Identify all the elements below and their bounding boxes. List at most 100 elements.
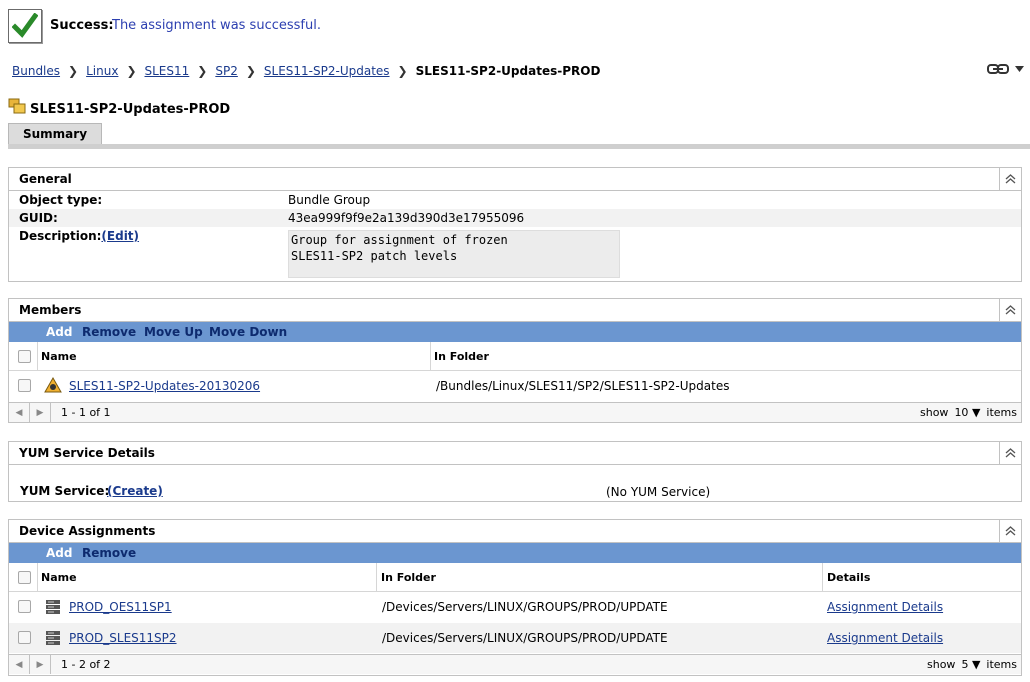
chevron-right-icon: ❯	[245, 64, 256, 78]
column-name[interactable]: Name	[41, 350, 77, 363]
prev-page-icon[interactable]: ◀	[9, 655, 30, 674]
next-page-icon[interactable]: ▶	[30, 655, 51, 674]
devices-add-button[interactable]: Add	[46, 546, 72, 560]
chevron-right-icon: ❯	[197, 64, 208, 78]
chevron-right-icon: ❯	[68, 64, 79, 78]
device-folder: /Devices/Servers/LINUX/GROUPS/PROD/UPDAT…	[382, 600, 668, 614]
chevron-down-icon: ▼	[971, 406, 981, 419]
breadcrumb: Bundles ❯ Linux ❯ SLES11 ❯ SP2 ❯ SLES11-…	[12, 64, 600, 78]
devices-pager: ◀ ▶ 1 - 2 of 2 show 5 ▼ items	[9, 654, 1021, 674]
collapse-icon[interactable]	[999, 520, 1021, 542]
success-label: Success:	[50, 18, 114, 33]
members-move-down-button[interactable]: Move Down	[209, 325, 287, 339]
general-panel-header: General	[9, 168, 1021, 191]
row-checkbox[interactable]	[18, 600, 31, 613]
next-page-icon[interactable]: ▶	[30, 403, 51, 422]
device-assignments-title: Device Assignments	[19, 524, 156, 538]
members-panel: Members Add Remove Move Up Move Down Nam…	[8, 298, 1022, 423]
description-label-text: Description:	[19, 229, 102, 243]
pager-items-label: items	[986, 658, 1017, 671]
linux-bundle-icon	[44, 376, 62, 398]
device-assignments-panel: Device Assignments Add Remove Name In Fo…	[8, 519, 1022, 676]
yum-panel: YUM Service Details YUM Service: (Create…	[8, 441, 1022, 502]
guid-value: 43ea999f9f9e2a139d390d3e17955096	[288, 211, 525, 225]
members-move-up-button[interactable]: Move Up	[144, 325, 203, 339]
select-all-checkbox[interactable]	[18, 350, 31, 363]
table-row: PROD_OES11SP1 /Devices/Servers/LINUX/GRO…	[9, 592, 1021, 622]
guid-label: GUID:	[19, 211, 58, 225]
chevron-down-icon	[1015, 66, 1024, 72]
column-in-folder[interactable]: In Folder	[434, 350, 489, 363]
object-type-value: Bundle Group	[288, 193, 371, 207]
column-details[interactable]: Details	[827, 571, 870, 584]
collapse-icon[interactable]	[999, 168, 1021, 190]
members-remove-button[interactable]: Remove	[82, 325, 136, 339]
device-assignments-header: Device Assignments	[9, 520, 1021, 543]
members-panel-title: Members	[19, 303, 82, 317]
breadcrumb-sles11[interactable]: SLES11	[145, 64, 190, 78]
table-row: PROD_SLES11SP2 /Devices/Servers/LINUX/GR…	[9, 623, 1021, 653]
device-name-link[interactable]: PROD_SLES11SP2	[69, 631, 177, 645]
member-folder: /Bundles/Linux/SLES11/SP2/SLES11-SP2-Upd…	[436, 379, 730, 393]
page-size-control: show 10 ▼ items	[920, 406, 1017, 419]
column-name[interactable]: Name	[41, 571, 77, 584]
members-add-button[interactable]: Add	[46, 325, 72, 339]
description-edit-link[interactable]: (Edit)	[101, 229, 139, 243]
assignment-details-link[interactable]: Assignment Details	[827, 631, 943, 645]
breadcrumb-linux[interactable]: Linux	[86, 64, 118, 78]
pager-show-label: show	[927, 658, 956, 671]
chevron-right-icon: ❯	[397, 64, 408, 78]
page-size-value: 10	[954, 406, 969, 419]
column-divider	[37, 342, 38, 370]
object-type-row: Object type: Bundle Group	[9, 191, 1021, 209]
tab-divider	[8, 144, 1030, 149]
collapse-icon[interactable]	[999, 299, 1021, 321]
assignment-details-link[interactable]: Assignment Details	[827, 600, 943, 614]
prev-page-icon[interactable]: ◀	[9, 403, 30, 422]
pager-show-label: show	[920, 406, 949, 419]
row-checkbox[interactable]	[18, 379, 31, 392]
server-icon	[45, 630, 61, 649]
column-divider	[37, 563, 38, 591]
devices-remove-button[interactable]: Remove	[82, 546, 136, 560]
pager-items-label: items	[986, 406, 1017, 419]
yum-panel-title: YUM Service Details	[19, 446, 155, 460]
devices-toolbar: Add Remove	[9, 543, 1021, 563]
select-all-checkbox[interactable]	[18, 571, 31, 584]
member-name-link[interactable]: SLES11-SP2-Updates-20130206	[69, 379, 260, 393]
breadcrumb-current: SLES11-SP2-Updates-PROD	[415, 64, 601, 78]
link-menu-button[interactable]	[987, 64, 1024, 74]
members-table-header: Name In Folder	[9, 342, 1021, 371]
row-checkbox[interactable]	[18, 631, 31, 644]
column-in-folder[interactable]: In Folder	[381, 571, 436, 584]
page-size-control: show 5 ▼ items	[927, 658, 1017, 671]
object-type-label: Object type:	[19, 193, 103, 207]
description-textarea[interactable]: Group for assignment of frozen SLES11-SP…	[288, 230, 620, 278]
column-divider	[822, 563, 823, 591]
device-name-link[interactable]: PROD_OES11SP1	[69, 600, 172, 614]
success-check-icon	[8, 9, 42, 43]
guid-row: GUID: 43ea999f9f9e2a139d390d3e17955096	[9, 209, 1021, 227]
collapse-icon[interactable]	[999, 442, 1021, 464]
breadcrumb-bundles[interactable]: Bundles	[12, 64, 60, 78]
description-label: Description:(Edit)	[19, 229, 139, 243]
link-icon	[987, 64, 1009, 74]
general-panel: General Object type: Bundle Group GUID: …	[8, 167, 1022, 282]
tab-summary[interactable]: Summary	[8, 123, 102, 145]
yum-create-link[interactable]: (Create)	[107, 484, 163, 498]
column-divider	[430, 342, 431, 370]
breadcrumb-sp2[interactable]: SP2	[215, 64, 238, 78]
page-size-select[interactable]: 10 ▼	[954, 406, 980, 419]
chevron-down-icon: ▼	[971, 658, 981, 671]
yum-service-label: YUM Service:	[20, 484, 110, 498]
success-message: The assignment was successful.	[112, 18, 321, 33]
pager-range: 1 - 1 of 1	[61, 406, 111, 419]
yum-panel-header: YUM Service Details	[9, 442, 1021, 465]
breadcrumb-sles11-sp2-updates[interactable]: SLES11-SP2-Updates	[264, 64, 390, 78]
members-panel-header: Members	[9, 299, 1021, 322]
bundle-group-icon	[8, 98, 26, 117]
device-folder: /Devices/Servers/LINUX/GROUPS/PROD/UPDAT…	[382, 631, 668, 645]
page-size-select[interactable]: 5 ▼	[961, 658, 980, 671]
column-divider	[376, 563, 377, 591]
members-pager: ◀ ▶ 1 - 1 of 1 show 10 ▼ items	[9, 402, 1021, 422]
